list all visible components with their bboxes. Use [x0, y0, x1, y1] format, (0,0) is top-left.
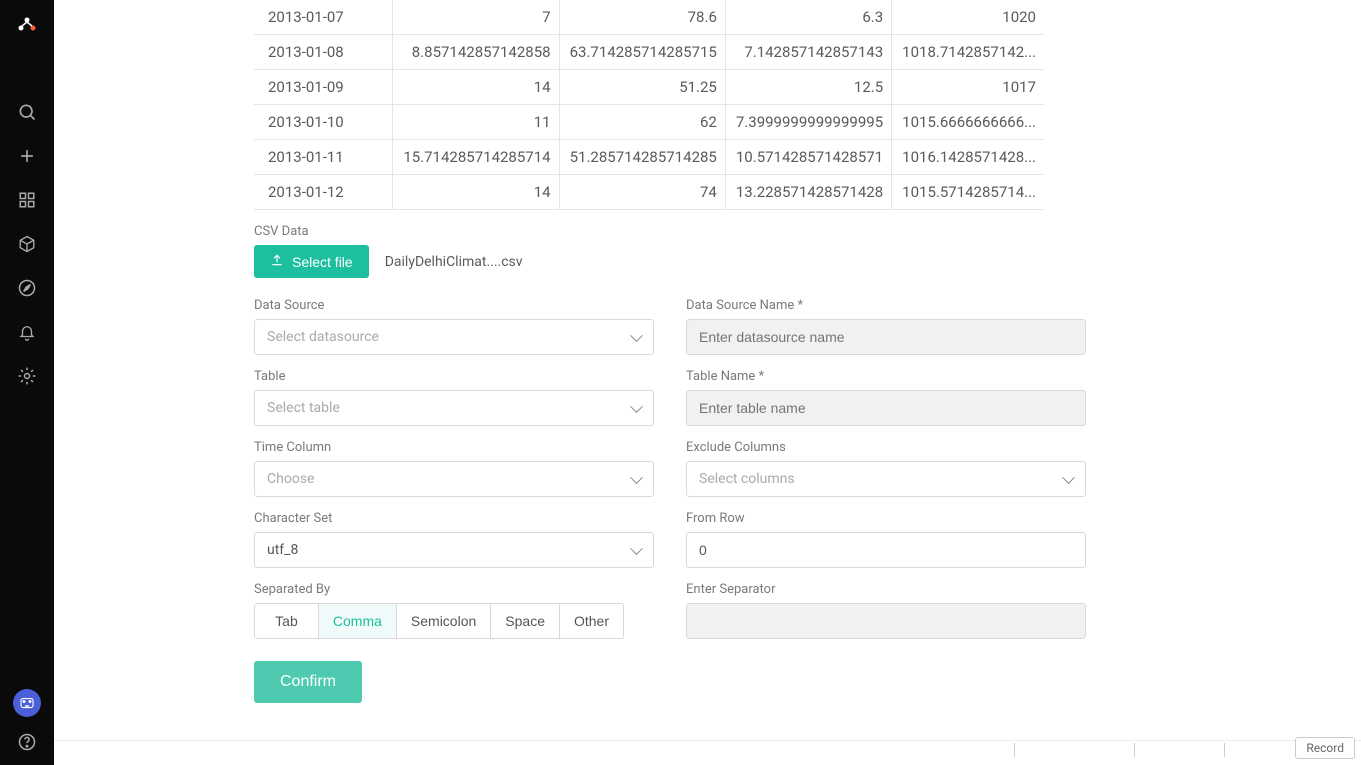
separator-tab[interactable]: Tab	[255, 604, 319, 638]
table-row: 2013-01-1115.71428571428571451.285714285…	[254, 140, 1044, 175]
table-cell: 7	[393, 0, 559, 35]
help-icon[interactable]	[16, 731, 38, 753]
search-icon[interactable]	[16, 101, 38, 123]
table-cell: 14	[393, 70, 559, 105]
table-name-label: Table Name *	[686, 369, 1086, 384]
exclude-columns-label: Exclude Columns	[686, 440, 1086, 455]
record-button[interactable]: Record	[1295, 737, 1355, 759]
data-source-name-label: Data Source Name *	[686, 298, 1086, 313]
table-name-field[interactable]	[699, 391, 1073, 425]
data-source-name-input[interactable]	[686, 319, 1086, 355]
preview-table: 2013-01-07778.66.310202013-01-088.857142…	[254, 0, 1044, 210]
confirm-button[interactable]: Confirm	[254, 661, 362, 703]
app-logo[interactable]	[13, 12, 41, 40]
table-cell: 15.714285714285714	[393, 140, 559, 175]
table-name-input[interactable]	[686, 390, 1086, 426]
enter-separator-label: Enter Separator	[686, 582, 1086, 597]
sidebar	[0, 0, 54, 765]
table-cell: 10.571428571428571	[725, 140, 891, 175]
table-cell: 2013-01-10	[254, 105, 393, 140]
table-cell: 78.6	[559, 0, 725, 35]
cube-icon[interactable]	[16, 233, 38, 255]
csvdata-label: CSV Data	[254, 224, 1161, 239]
table-cell: 6.3	[725, 0, 891, 35]
table-cell: 51.285714285714285	[559, 140, 725, 175]
upload-icon	[270, 253, 284, 270]
separator-space[interactable]: Space	[491, 604, 560, 638]
table-cell: 1020	[892, 0, 1044, 35]
table-row: 2013-01-12147413.2285714285714281015.571…	[254, 175, 1044, 210]
select-file-label: Select file	[292, 254, 353, 270]
bottom-ticks	[54, 743, 1361, 757]
select-file-button[interactable]: Select file	[254, 245, 369, 278]
main-content: 2013-01-07778.66.310202013-01-088.857142…	[54, 0, 1361, 765]
table-cell: 1018.7142857142...	[892, 35, 1044, 70]
table-cell: 8.857142857142858	[393, 35, 559, 70]
table-cell: 2013-01-09	[254, 70, 393, 105]
table-cell: 1017	[892, 70, 1044, 105]
table-cell: 7.142857142857143	[725, 35, 891, 70]
separator-toggle: Tab Comma Semicolon Space Other	[254, 603, 624, 639]
plus-icon[interactable]	[16, 145, 38, 167]
table-cell: 51.25	[559, 70, 725, 105]
table-cell: 2013-01-08	[254, 35, 393, 70]
separator-semicolon[interactable]: Semicolon	[397, 604, 491, 638]
from-row-input-wrap[interactable]	[686, 532, 1086, 568]
table-cell: 1015.6666666666...	[892, 105, 1044, 140]
table-row: 2013-01-088.85714285714285863.7142857142…	[254, 35, 1044, 70]
data-source-label: Data Source	[254, 298, 654, 313]
charset-label: Character Set	[254, 511, 654, 526]
bell-icon[interactable]	[16, 321, 38, 343]
grid-icon[interactable]	[16, 189, 38, 211]
time-column-label: Time Column	[254, 440, 654, 455]
selected-filename: DailyDelhiClimat....csv	[385, 254, 523, 270]
time-column-select[interactable]: Choose	[254, 461, 654, 497]
table-cell: 2013-01-12	[254, 175, 393, 210]
table-label: Table	[254, 369, 654, 384]
table-cell: 62	[559, 105, 725, 140]
table-row: 2013-01-07778.66.31020	[254, 0, 1044, 35]
table-cell: 1015.5714285714...	[892, 175, 1044, 210]
table-row: 2013-01-091451.2512.51017	[254, 70, 1044, 105]
enter-separator-field[interactable]	[699, 604, 1073, 638]
table-placeholder: Select table	[267, 400, 340, 416]
separator-comma[interactable]: Comma	[319, 604, 397, 638]
bottom-divider	[54, 740, 1361, 741]
exclude-columns-placeholder: Select columns	[699, 471, 795, 487]
separator-other[interactable]: Other	[560, 604, 623, 638]
table-row: 2013-01-1011627.39999999999999951015.666…	[254, 105, 1044, 140]
charset-select[interactable]: utf_8	[254, 532, 654, 568]
table-cell: 11	[393, 105, 559, 140]
table-cell: 13.228571428571428	[725, 175, 891, 210]
charset-value: utf_8	[267, 542, 298, 558]
table-select[interactable]: Select table	[254, 390, 654, 426]
table-cell: 12.5	[725, 70, 891, 105]
avatar[interactable]	[13, 689, 41, 717]
table-cell: 7.3999999999999995	[725, 105, 891, 140]
from-row-label: From Row	[686, 511, 1086, 526]
from-row-input[interactable]	[699, 533, 1073, 567]
separated-by-label: Separated By	[254, 582, 654, 597]
gear-icon[interactable]	[16, 365, 38, 387]
compass-icon[interactable]	[16, 277, 38, 299]
table-cell: 74	[559, 175, 725, 210]
table-cell: 2013-01-07	[254, 0, 393, 35]
table-cell: 63.714285714285715	[559, 35, 725, 70]
data-source-select[interactable]: Select datasource	[254, 319, 654, 355]
time-column-placeholder: Choose	[267, 471, 314, 487]
exclude-columns-select[interactable]: Select columns	[686, 461, 1086, 497]
enter-separator-input[interactable]	[686, 603, 1086, 639]
data-source-placeholder: Select datasource	[267, 329, 379, 345]
data-source-name-field[interactable]	[699, 320, 1073, 354]
table-cell: 1016.1428571428...	[892, 140, 1044, 175]
table-cell: 14	[393, 175, 559, 210]
table-cell: 2013-01-11	[254, 140, 393, 175]
